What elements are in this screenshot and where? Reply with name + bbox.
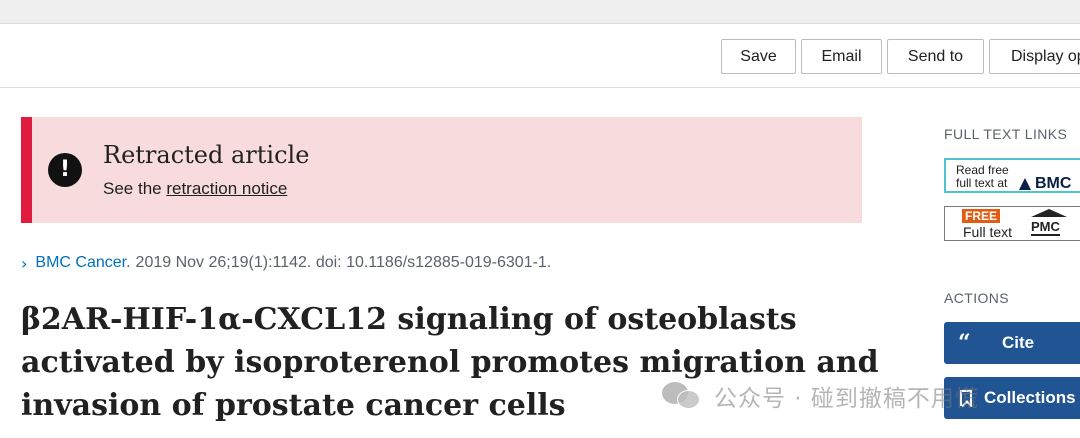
retraction-banner: ! Retracted article See the retraction n… bbox=[21, 117, 862, 223]
chevron-right-icon: › bbox=[21, 253, 28, 273]
retraction-notice-text: See the retraction notice bbox=[103, 179, 287, 199]
bmc-logo: BMC bbox=[1019, 175, 1071, 193]
citation-line: › BMC Cancer. 2019 Nov 26;19(1):1142. do… bbox=[21, 253, 551, 273]
bmc-read-line: full text at bbox=[956, 176, 1008, 190]
bmc-logo-text: BMC bbox=[1035, 175, 1072, 192]
journal-link[interactable]: BMC Cancer. bbox=[35, 254, 130, 272]
actions-heading: ACTIONS bbox=[944, 290, 1010, 306]
bmc-logo-icon bbox=[1019, 178, 1031, 190]
citation-details: 2019 Nov 26;19(1):1142. doi: 10.1186/s12… bbox=[135, 254, 552, 271]
retraction-notice-prefix: See the bbox=[103, 179, 167, 198]
save-button[interactable]: Save bbox=[721, 39, 796, 74]
send-to-button[interactable]: Send to bbox=[887, 39, 984, 74]
title-line: β2AR-HIF-1α-CXCL12 signaling of osteobla… bbox=[21, 302, 797, 337]
exclamation-icon: ! bbox=[48, 153, 82, 187]
cite-button[interactable]: “ Cite bbox=[944, 322, 1080, 364]
wechat-icon bbox=[662, 380, 704, 412]
pmc-logo: PMC bbox=[1027, 209, 1071, 239]
email-button[interactable]: Email bbox=[801, 39, 882, 74]
pmc-logo-text: PMC bbox=[1031, 219, 1060, 236]
retraction-notice-link[interactable]: retraction notice bbox=[166, 179, 287, 198]
bmc-read-text: Read free full text at bbox=[956, 164, 1009, 190]
watermark: 公众号 · 碰到撤稿不用慌 bbox=[662, 378, 979, 414]
collections-label: Collections bbox=[984, 388, 1076, 407]
watermark-text: 公众号 · 碰到撤稿不用慌 bbox=[714, 386, 979, 412]
full-text-links-heading: FULL TEXT LINKS bbox=[944, 126, 1068, 142]
browser-top-strip bbox=[0, 0, 1080, 24]
quote-icon: “ bbox=[958, 330, 971, 356]
display-options-button[interactable]: Display options bbox=[989, 39, 1080, 74]
toolbar: Save Email Send to Display options bbox=[0, 24, 1080, 88]
pmc-full-text-link[interactable]: FREE Full text PMC bbox=[944, 206, 1080, 241]
pmc-roof-icon bbox=[1031, 209, 1067, 217]
bmc-full-text-link[interactable]: Read free full text at BMC bbox=[944, 158, 1080, 193]
free-badge: FREE bbox=[962, 209, 1001, 223]
retraction-title: Retracted article bbox=[103, 141, 310, 169]
cite-label: Cite bbox=[1002, 333, 1035, 352]
pmc-full-text-label: Full text bbox=[963, 224, 1013, 240]
